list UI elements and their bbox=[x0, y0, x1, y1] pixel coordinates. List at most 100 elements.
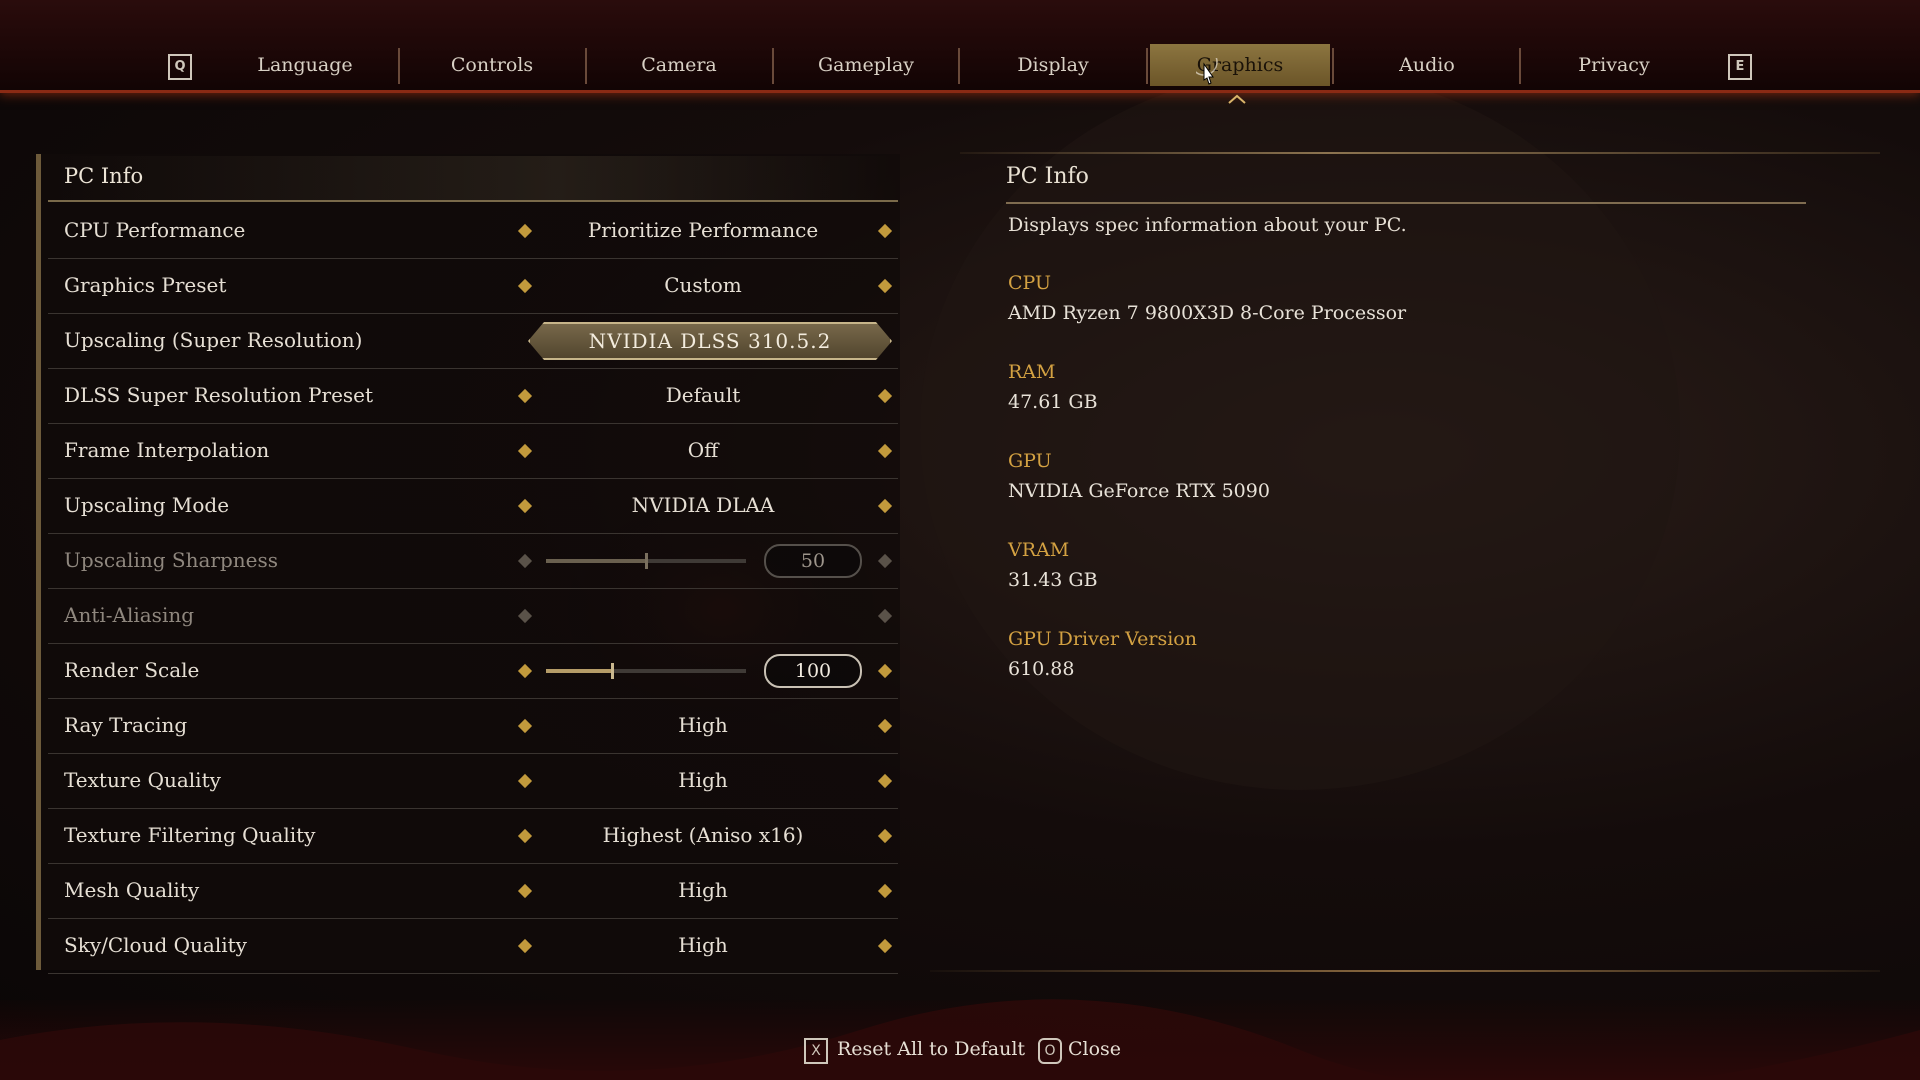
spec-label-ram: RAM bbox=[1008, 361, 1056, 383]
tab-language[interactable]: Language bbox=[230, 48, 380, 82]
arrow-right-icon[interactable] bbox=[877, 828, 893, 844]
render-scale-slider[interactable] bbox=[546, 663, 746, 679]
setting-value: Off bbox=[687, 438, 719, 462]
arrow-left-icon[interactable] bbox=[517, 443, 533, 459]
top-tab-bar: Q Language Controls Camera Gameplay Disp… bbox=[0, 0, 1920, 93]
setting-label: Upscaling (Super Resolution) bbox=[64, 328, 363, 352]
mouse-cursor-icon bbox=[1196, 58, 1218, 85]
tab-graphics[interactable]: Graphics bbox=[1150, 44, 1330, 86]
close-button[interactable]: Close bbox=[1068, 1038, 1121, 1060]
spec-label-gpu-driver: GPU Driver Version bbox=[1008, 628, 1197, 650]
setting-value: Prioritize Performance bbox=[587, 218, 819, 242]
setting-label: Upscaling Sharpness bbox=[64, 548, 278, 572]
close-key-icon[interactable]: O bbox=[1038, 1038, 1062, 1064]
setting-row-sky-cloud-quality[interactable]: Sky/Cloud Quality High bbox=[48, 919, 898, 974]
setting-label: Texture Quality bbox=[64, 768, 221, 792]
setting-value: High bbox=[678, 933, 728, 957]
arrow-left-icon bbox=[517, 608, 533, 624]
tab-controls[interactable]: Controls bbox=[417, 48, 567, 82]
tab-audio[interactable]: Audio bbox=[1352, 48, 1502, 82]
setting-value: Custom bbox=[664, 273, 742, 297]
setting-row-ray-tracing[interactable]: Ray Tracing High bbox=[48, 699, 898, 754]
arrow-left-icon[interactable] bbox=[517, 498, 533, 514]
setting-label: Render Scale bbox=[64, 658, 200, 682]
arrow-left-icon[interactable] bbox=[517, 828, 533, 844]
arrow-right-icon[interactable] bbox=[877, 223, 893, 239]
arrow-left-icon[interactable] bbox=[517, 718, 533, 734]
arrow-right-icon[interactable] bbox=[877, 938, 893, 954]
setting-row-frame-interpolation[interactable]: Frame Interpolation Off bbox=[48, 424, 898, 479]
tab-divider bbox=[398, 48, 400, 84]
active-tab-indicator-icon bbox=[1228, 94, 1246, 104]
tab-display[interactable]: Display bbox=[978, 48, 1128, 82]
info-panel-top-divider bbox=[960, 152, 1880, 154]
setting-label: Mesh Quality bbox=[64, 878, 200, 902]
setting-value: High bbox=[678, 713, 728, 737]
arrow-right-icon bbox=[877, 608, 893, 624]
sharpness-value: 50 bbox=[764, 544, 862, 578]
arrow-right-icon[interactable] bbox=[877, 278, 893, 294]
spec-value-vram: 31.43 GB bbox=[1008, 569, 1098, 591]
spec-value-cpu: AMD Ryzen 7 9800X3D 8-Core Processor bbox=[1008, 302, 1407, 324]
arrow-left-icon[interactable] bbox=[517, 663, 533, 679]
arrow-left-icon bbox=[517, 553, 533, 569]
setting-label: Ray Tracing bbox=[64, 713, 188, 737]
setting-row-mesh-quality[interactable]: Mesh Quality High bbox=[48, 864, 898, 919]
slider-fill bbox=[546, 669, 612, 673]
arrow-left-icon[interactable] bbox=[517, 938, 533, 954]
setting-row-texture-quality[interactable]: Texture Quality High bbox=[48, 754, 898, 809]
arrow-left-icon[interactable] bbox=[517, 278, 533, 294]
setting-label: DLSS Super Resolution Preset bbox=[64, 383, 374, 407]
arrow-left-icon[interactable] bbox=[517, 223, 533, 239]
prev-tab-key-icon[interactable]: Q bbox=[168, 54, 192, 80]
slider-fill bbox=[546, 559, 646, 563]
arrow-right-icon[interactable] bbox=[877, 883, 893, 899]
panel-accent-bar bbox=[36, 154, 41, 970]
spec-label-gpu: GPU bbox=[1008, 450, 1052, 472]
setting-row-dlss-preset[interactable]: DLSS Super Resolution Preset Default bbox=[48, 369, 898, 424]
arrow-right-icon[interactable] bbox=[877, 773, 893, 789]
setting-row-upscaling-super-resolution[interactable]: Upscaling (Super Resolution) NVIDIA DLSS… bbox=[48, 314, 898, 369]
setting-row-cpu-performance[interactable]: CPU Performance Prioritize Performance bbox=[48, 204, 898, 259]
info-panel-title-divider bbox=[1006, 202, 1806, 204]
spec-value-gpu: NVIDIA GeForce RTX 5090 bbox=[1008, 480, 1270, 502]
setting-label: Frame Interpolation bbox=[64, 438, 270, 462]
slider-handle bbox=[645, 553, 648, 569]
tab-camera[interactable]: Camera bbox=[604, 48, 754, 82]
arrow-right-icon[interactable] bbox=[877, 388, 893, 404]
tab-divider bbox=[1146, 48, 1148, 84]
reset-all-button[interactable]: Reset All to Default bbox=[837, 1038, 1025, 1060]
arrow-left-icon[interactable] bbox=[517, 773, 533, 789]
arrow-right-icon[interactable] bbox=[877, 663, 893, 679]
setting-label: Anti-Aliasing bbox=[64, 603, 195, 627]
tab-divider bbox=[585, 48, 587, 84]
reset-key-icon[interactable]: X bbox=[804, 1038, 828, 1064]
next-tab-key-icon[interactable]: E bbox=[1728, 54, 1752, 80]
setting-row-upscaling-mode[interactable]: Upscaling Mode NVIDIA DLAA bbox=[48, 479, 898, 534]
info-panel-description: Displays spec information about your PC. bbox=[1008, 214, 1407, 236]
render-scale-value[interactable]: 100 bbox=[764, 654, 862, 688]
setting-row-render-scale[interactable]: Render Scale 100 bbox=[48, 644, 898, 699]
setting-row-graphics-preset[interactable]: Graphics Preset Custom bbox=[48, 259, 898, 314]
slider-handle[interactable] bbox=[611, 663, 614, 679]
arrow-right-icon[interactable] bbox=[877, 718, 893, 734]
arrow-left-icon[interactable] bbox=[517, 388, 533, 404]
section-header-pc-info[interactable]: PC Info bbox=[48, 156, 898, 202]
setting-value: Default bbox=[665, 383, 741, 407]
info-panel-title: PC Info bbox=[1006, 164, 1089, 189]
arrow-right-icon bbox=[877, 553, 893, 569]
arrow-right-icon[interactable] bbox=[877, 443, 893, 459]
selected-value-pill[interactable]: NVIDIA DLSS 310.5.2 bbox=[528, 322, 892, 360]
tab-privacy[interactable]: Privacy bbox=[1539, 48, 1689, 82]
arrow-left-icon[interactable] bbox=[517, 883, 533, 899]
setting-row-upscaling-sharpness: Upscaling Sharpness 50 bbox=[48, 534, 898, 589]
arrow-right-icon[interactable] bbox=[877, 498, 893, 514]
sharpness-slider bbox=[546, 553, 746, 569]
tab-divider bbox=[958, 48, 960, 84]
setting-label: CPU Performance bbox=[64, 218, 246, 242]
tab-gameplay[interactable]: Gameplay bbox=[791, 48, 941, 82]
spec-value-gpu-driver: 610.88 bbox=[1008, 658, 1075, 680]
tab-divider bbox=[1519, 48, 1521, 84]
spec-label-cpu: CPU bbox=[1008, 272, 1052, 294]
setting-row-texture-filtering-quality[interactable]: Texture Filtering Quality Highest (Aniso… bbox=[48, 809, 898, 864]
